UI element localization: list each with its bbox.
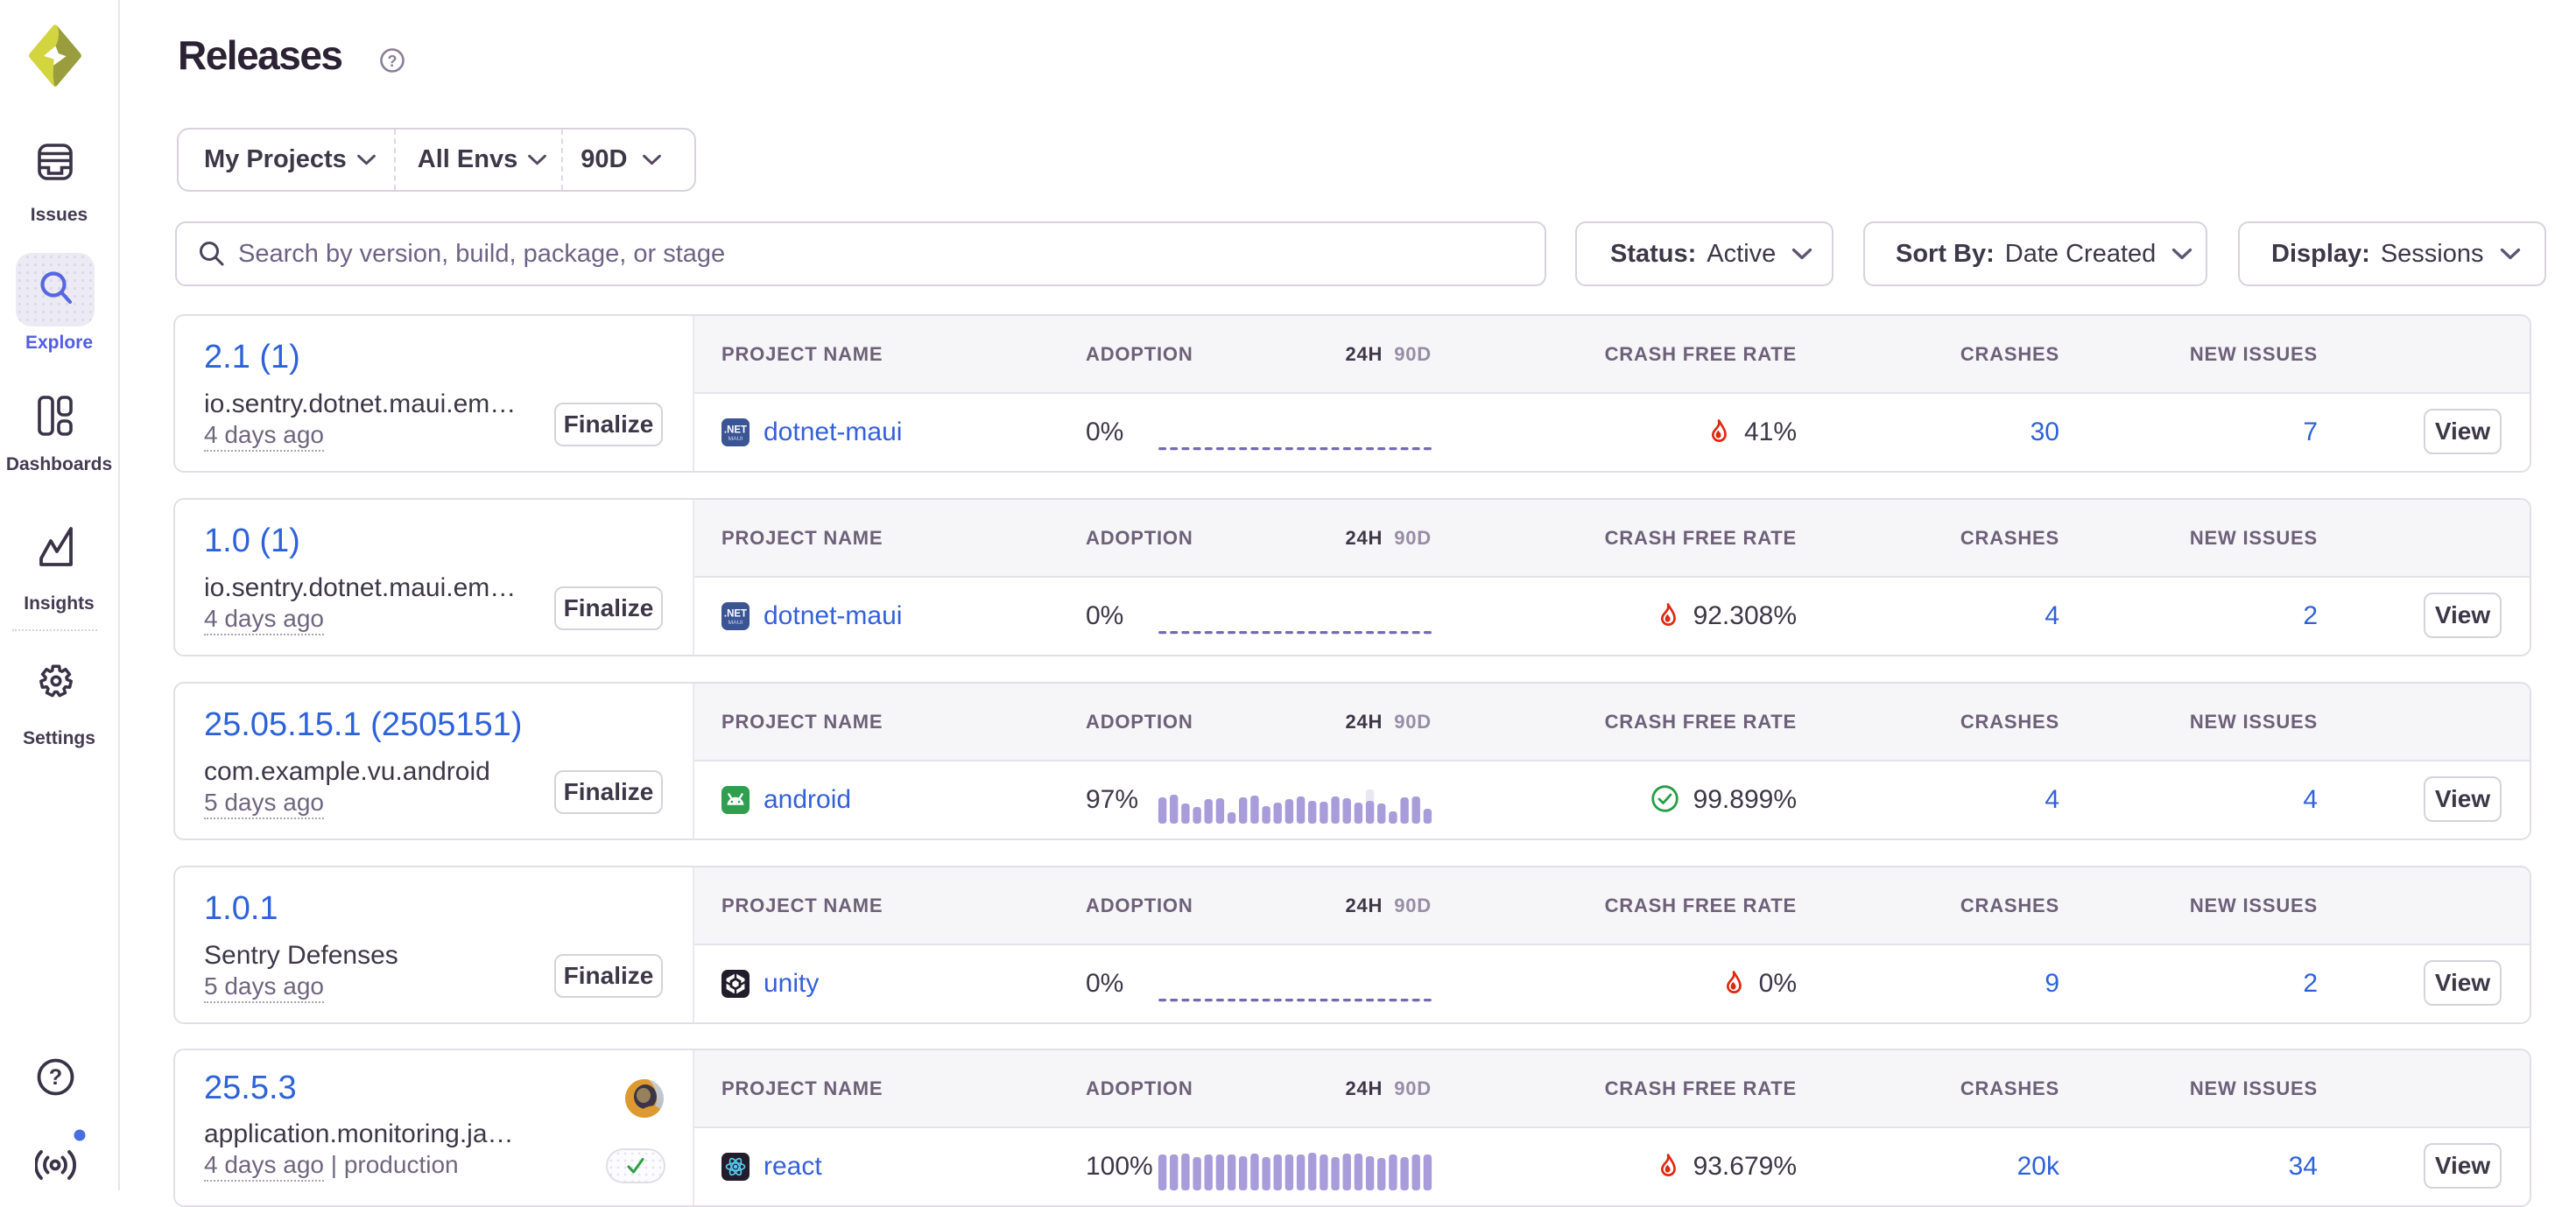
svg-text:?: ? <box>388 53 398 70</box>
svg-text:MAUI: MAUI <box>728 620 743 626</box>
svg-text:MAUI: MAUI <box>728 436 743 442</box>
svg-text:.NET: .NET <box>724 425 747 436</box>
svg-text:.NET: .NET <box>724 609 747 620</box>
svg-text:?: ? <box>49 1065 62 1090</box>
